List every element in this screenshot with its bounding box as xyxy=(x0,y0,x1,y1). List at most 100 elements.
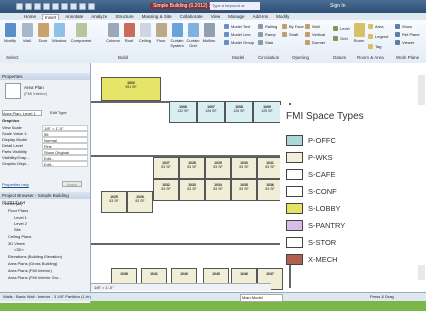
stair-button[interactable]: Stair xyxy=(258,40,273,45)
railing-button[interactable]: Railing xyxy=(258,24,277,29)
type-thumbnail xyxy=(5,83,21,99)
properties-header[interactable]: Properties xyxy=(0,73,90,80)
room-1007[interactable]: 1007 126 SF xyxy=(197,101,225,123)
instance-selector[interactable]: Area Plan: Level 1 xyxy=(2,110,42,116)
room-1028[interactable]: 1028 83 SF xyxy=(179,157,205,179)
vertical-button[interactable]: Vertical xyxy=(305,32,325,37)
tree-item[interactable]: 3D Views xyxy=(8,241,25,246)
room-1033[interactable]: 1033 83 SF xyxy=(179,179,205,201)
room-area: 83 SF xyxy=(135,199,145,203)
tab-annotate[interactable]: Annotate xyxy=(63,14,85,19)
dormer-button[interactable]: Dormer xyxy=(305,40,325,45)
tree-item[interactable]: Area Plans (FMI Interior Gro... xyxy=(8,275,62,280)
browser-header[interactable]: Project Browser - Simple Building (0.201… xyxy=(0,192,90,205)
legend-swatch xyxy=(286,151,303,163)
tab-modify[interactable]: Modify xyxy=(274,14,291,19)
shaft-button[interactable]: Shaft xyxy=(282,32,298,37)
room-1026[interactable]: 1026 83 SF xyxy=(127,191,153,213)
view-scale[interactable]: 1/8" = 1'-0" xyxy=(94,285,114,290)
model-line-button[interactable]: Model Line xyxy=(224,32,251,37)
by-face-button[interactable]: By Face xyxy=(282,24,304,29)
tab-massing-site[interactable]: Massing & Site xyxy=(140,14,174,19)
tree-item[interactable]: Floor Plans xyxy=(8,208,28,213)
room-button[interactable]: Room xyxy=(352,23,366,43)
apply-button[interactable]: Apply xyxy=(62,181,82,187)
room-1025[interactable]: 1025 83 SF xyxy=(101,191,127,213)
model-text-button[interactable]: Model Text xyxy=(224,24,250,29)
edit-type-button[interactable]: Edit Type xyxy=(50,110,67,115)
prop-value[interactable]: Edit... xyxy=(42,161,88,167)
room-1008[interactable]: 1008 126 SF xyxy=(225,101,253,123)
tab-insert[interactable]: Insert xyxy=(42,13,60,20)
roof-button[interactable]: Roof xyxy=(122,23,136,43)
ceiling-button[interactable]: Ceiling xyxy=(138,23,152,43)
tag-icon[interactable] xyxy=(61,3,68,10)
tree-item[interactable]: Site xyxy=(14,227,21,232)
search-input[interactable]: Type a keyword or phrase xyxy=(210,2,260,13)
curtain-grid-button[interactable]: Curtain Grid xyxy=(186,23,200,48)
3d-view-icon[interactable] xyxy=(79,3,86,10)
tree-item[interactable]: Views (all) xyxy=(4,201,22,206)
roof-icon xyxy=(123,23,135,37)
tab-home[interactable]: Home xyxy=(22,14,38,19)
room-1009[interactable]: 1009 125 SF xyxy=(253,101,281,123)
room-area: 83 SF xyxy=(265,187,275,191)
wall-opening-button[interactable]: Wall xyxy=(305,24,320,29)
grid-button[interactable]: Grid xyxy=(333,36,348,41)
model-group-button[interactable]: Model Group xyxy=(224,40,254,45)
room-1035[interactable]: 1035 83 SF xyxy=(231,179,257,201)
room-area: 83 SF xyxy=(161,165,171,169)
ref-plane-button[interactable]: Ref Plane xyxy=(395,32,420,37)
tree-item[interactable]: Area Plans (FMI Interior) xyxy=(8,268,52,273)
mullion-button[interactable]: Mullion xyxy=(202,23,216,43)
show-button[interactable]: Show xyxy=(395,24,412,29)
tab-add-ins[interactable]: Add-Ins xyxy=(251,14,271,19)
text-icon[interactable] xyxy=(70,3,77,10)
tag-button[interactable]: Tag xyxy=(368,44,381,49)
open-icon[interactable] xyxy=(16,3,23,10)
level-button[interactable]: Level xyxy=(333,26,350,31)
column-button[interactable]: Column xyxy=(106,23,120,43)
component-button[interactable]: Component xyxy=(70,23,92,43)
wall-button[interactable]: Wall xyxy=(20,23,34,43)
tab-structure[interactable]: Structure xyxy=(113,14,135,19)
tree-item[interactable]: Level 1 xyxy=(14,215,27,220)
section-icon[interactable] xyxy=(88,3,95,10)
room-1030[interactable]: 1030 83 SF xyxy=(231,157,257,179)
redo-icon[interactable] xyxy=(43,3,50,10)
door-button[interactable]: Door xyxy=(36,23,50,43)
railing-label: Railing xyxy=(265,24,278,29)
curtain-system-button[interactable]: Curtain System xyxy=(170,23,184,48)
room-1034[interactable]: 1034 83 SF xyxy=(205,179,231,201)
panel-select[interactable]: Select xyxy=(6,55,19,60)
room-1027[interactable]: 1027 83 SF xyxy=(153,157,179,179)
tree-item[interactable]: Elevations (Building Elevation) xyxy=(8,254,62,259)
room-1029[interactable]: 1029 83 SF xyxy=(205,157,231,179)
undo-icon[interactable] xyxy=(34,3,41,10)
graphics-section[interactable]: Graphics xyxy=(2,118,19,123)
sign-in-link[interactable]: Sign In xyxy=(330,3,346,9)
save-icon[interactable] xyxy=(25,3,32,10)
legend-button[interactable]: Legend xyxy=(368,34,388,39)
press-drag-toggle[interactable]: Press & Drag xyxy=(370,293,394,301)
measure-icon[interactable] xyxy=(52,3,59,10)
tree-item[interactable]: Ceiling Plans xyxy=(8,234,31,239)
main-model-select[interactable]: Main Model xyxy=(240,294,283,302)
room-1006[interactable]: 1006 132 SF xyxy=(169,101,197,123)
area-button[interactable]: Area xyxy=(368,24,383,29)
tab-collaborate[interactable]: Collaborate xyxy=(178,14,205,19)
room-1032[interactable]: 1032 83 SF xyxy=(153,179,179,201)
tree-item[interactable]: <3D> xyxy=(14,247,24,252)
tab-manage[interactable]: Manage xyxy=(226,14,246,19)
viewer-button[interactable]: Viewer xyxy=(395,40,414,45)
tab-analyze[interactable]: Analyze xyxy=(89,14,109,19)
properties-help-link[interactable]: Properties help xyxy=(2,182,29,187)
tab-view[interactable]: View xyxy=(209,14,223,19)
modify-button[interactable]: Modify xyxy=(3,23,17,43)
ramp-button[interactable]: Ramp xyxy=(258,32,276,37)
floor-button[interactable]: Floor xyxy=(154,23,168,43)
tree-item[interactable]: Level 2 xyxy=(14,221,27,226)
tree-item[interactable]: Area Plans (Gross Building) xyxy=(8,261,57,266)
room-1002[interactable]: 1002 991 SF xyxy=(101,77,161,101)
window-button[interactable]: Window xyxy=(52,23,66,43)
